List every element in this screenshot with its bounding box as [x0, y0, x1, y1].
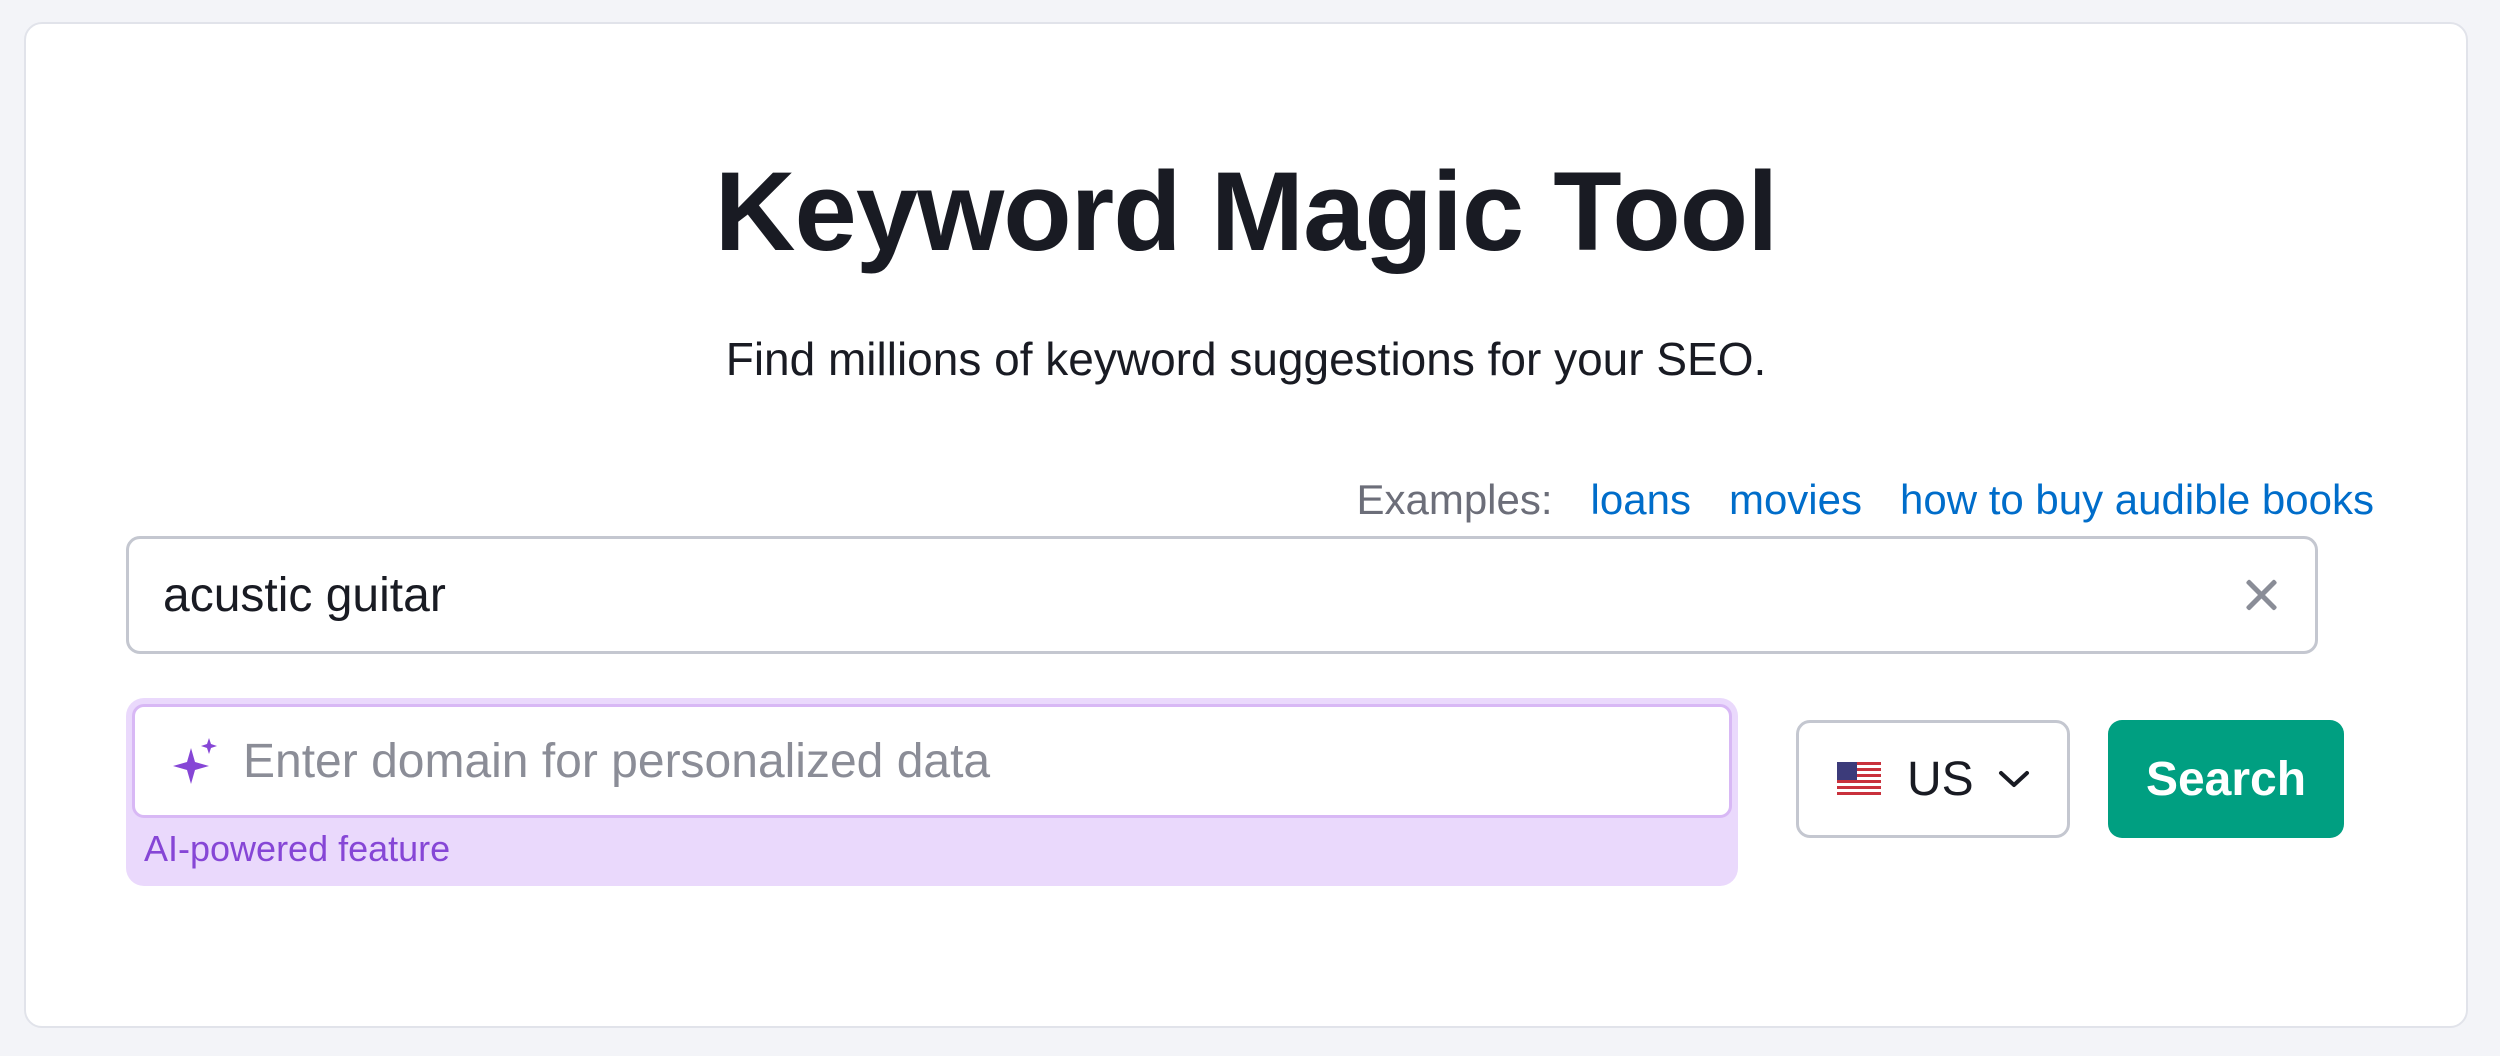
- domain-input-placeholder[interactable]: Enter domain for personalized data: [243, 734, 990, 789]
- example-link-loans[interactable]: loans: [1591, 472, 1691, 528]
- ai-domain-panel: Enter domain for personalized data AI-po…: [126, 698, 1738, 886]
- page-title: Keyword Magic Tool: [714, 149, 1779, 274]
- example-link-audible[interactable]: how to buy audible books: [1900, 472, 2374, 528]
- domain-input[interactable]: Enter domain for personalized data: [132, 704, 1732, 818]
- page-subtitle: Find millions of keyword suggestions for…: [725, 333, 1767, 385]
- country-code: US: [1907, 752, 1974, 806]
- chevron-down-icon: [1998, 771, 2029, 787]
- country-select[interactable]: US: [1796, 720, 2070, 838]
- keyword-input[interactable]: acustic guitar: [126, 536, 2318, 654]
- ai-feature-note: AI-powered feature: [144, 828, 451, 869]
- us-flag-icon: [1837, 762, 1881, 796]
- clear-icon[interactable]: [2241, 575, 2281, 615]
- example-link-movies[interactable]: movies: [1729, 472, 1862, 528]
- search-button[interactable]: Search: [2108, 720, 2344, 838]
- keyword-input-value[interactable]: acustic guitar: [163, 568, 2241, 623]
- examples-label: Examples:: [1356, 476, 1553, 523]
- sparkle-icon: [173, 738, 217, 784]
- examples-row: Examples: loans movies how to buy audibl…: [1356, 472, 2374, 528]
